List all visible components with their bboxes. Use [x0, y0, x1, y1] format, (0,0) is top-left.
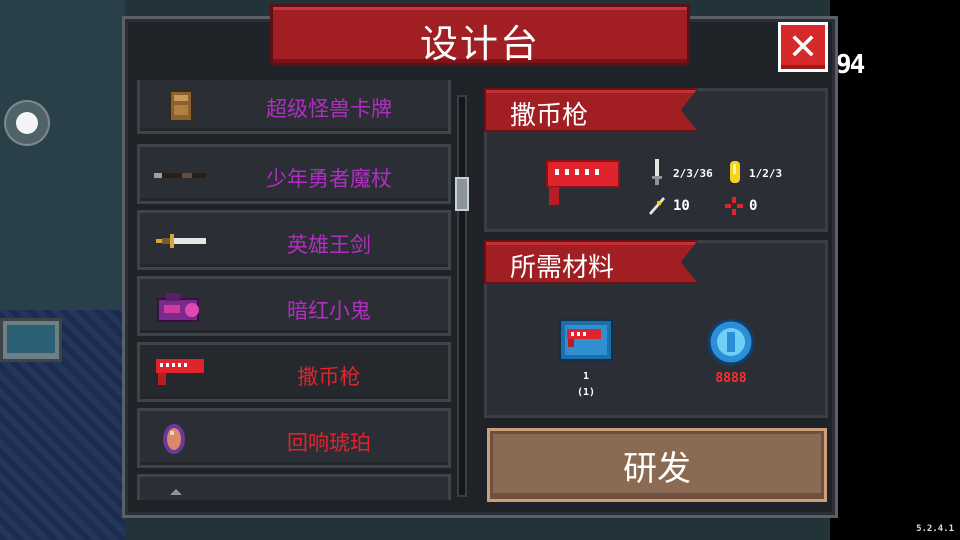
list-item[interactable]: 超级怪兽卡牌	[137, 80, 451, 134]
crit-icon	[649, 197, 665, 215]
amber-icon	[163, 424, 185, 454]
list-item[interactable]: 少年勇者魔杖	[137, 144, 451, 204]
sword-icon	[156, 234, 206, 248]
card-icon	[169, 90, 193, 122]
hud-counter: 94	[836, 50, 865, 80]
damage-value: 2/3/36	[673, 167, 713, 180]
list-item-label: 超级怪兽卡牌	[266, 97, 392, 121]
imp-icon	[157, 293, 199, 322]
version-label: 5.2.4.1	[916, 524, 954, 534]
list-item-label: 英雄王剑	[287, 233, 371, 257]
list-item-label: 暗红小鬼	[287, 299, 371, 323]
blueprint-list[interactable]: 超级怪兽卡牌 少年勇者魔杖 英雄王剑 暗红小鬼 撒币枪 回响琥珀	[137, 80, 453, 500]
energy-icon	[730, 161, 740, 183]
gem-icon	[707, 318, 755, 366]
list-item-label: 少年勇者魔杖	[266, 167, 392, 191]
gem-count: 8888	[715, 371, 747, 386]
window-title: 设计台	[419, 22, 540, 66]
spread-value: 0	[749, 198, 758, 214]
crit-value: 10	[673, 198, 690, 214]
list-item-label: 回响琥珀	[287, 431, 371, 455]
damage-icon	[652, 159, 662, 185]
joystick-icon[interactable]	[4, 100, 50, 146]
list-item[interactable]: 暗红小鬼	[137, 276, 451, 336]
materials-heading: 所需材料	[510, 253, 615, 283]
list-item-label: 撒币枪	[297, 365, 361, 389]
scrollbar-thumb[interactable]	[455, 177, 469, 211]
close-button[interactable]: ✕	[778, 22, 828, 72]
spread-icon	[725, 197, 743, 215]
blueprint-count: 1	[582, 371, 590, 382]
energy-value: 1/2/3	[749, 167, 783, 180]
staff-icon	[154, 173, 206, 178]
scrollbar-track[interactable]	[457, 95, 467, 497]
list-item[interactable]: 英雄王剑	[137, 210, 451, 270]
research-label: 研发	[623, 448, 691, 489]
close-icon: ✕	[787, 26, 819, 68]
title-banner: 设计台	[270, 4, 690, 66]
item-name-ribbon: 撒币枪	[484, 88, 698, 132]
list-item[interactable]: 撒币枪	[137, 342, 451, 402]
coin-gun-icon	[156, 359, 204, 385]
coin-gun-preview-icon	[546, 160, 620, 205]
list-item[interactable]: 回响琥珀	[137, 408, 451, 468]
list-item[interactable]	[137, 474, 451, 500]
blueprint-icon	[559, 319, 613, 361]
background-dark	[830, 0, 960, 540]
partial-item-icon	[170, 489, 182, 495]
research-button[interactable]: 研发	[487, 428, 827, 502]
background-console	[0, 318, 62, 362]
materials-ribbon: 所需材料	[484, 240, 698, 284]
blueprint-owned: (1)	[576, 387, 596, 398]
item-name: 撒币枪	[510, 101, 589, 131]
